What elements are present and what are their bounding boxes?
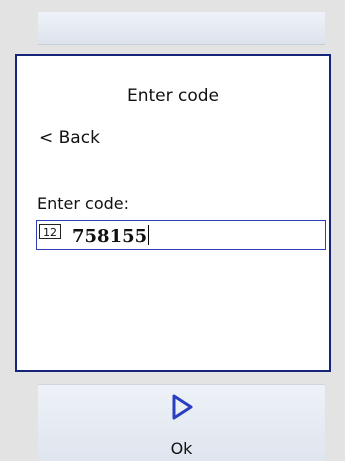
dialog-title: Enter code xyxy=(126,86,220,106)
code-text: 758155 xyxy=(72,226,148,247)
code-field-label: Enter code: xyxy=(37,194,130,213)
ok-label: Ok xyxy=(170,439,193,458)
back-link[interactable]: < Back xyxy=(39,128,100,148)
softkey-bar: Ok xyxy=(38,384,325,461)
enter-code-dialog: Enter code < Back Enter code: 12 758155 xyxy=(15,54,331,372)
status-bar xyxy=(38,12,325,45)
numeric-mode-indicator: 12 xyxy=(39,224,61,239)
code-input[interactable]: 12 758155 xyxy=(36,220,326,250)
play-triangle-icon xyxy=(172,394,193,420)
ok-button[interactable]: Ok xyxy=(38,385,325,461)
code-input-value: 758155 xyxy=(72,225,150,247)
text-caret xyxy=(148,225,150,245)
